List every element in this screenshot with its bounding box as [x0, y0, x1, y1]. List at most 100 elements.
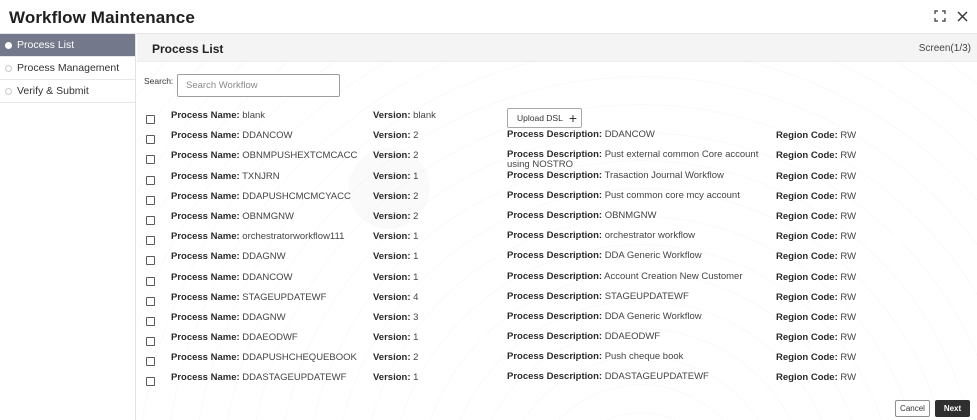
process-name-value: DDANCOW	[242, 130, 293, 142]
process-name: Process Name: DDANCOW	[171, 272, 292, 283]
row-checkbox[interactable]	[146, 377, 155, 387]
table-row[interactable]: Process Name: DDANCOW Version: 2 Process D…	[137, 128, 977, 148]
region-code-value: RW	[840, 372, 857, 384]
region-code: Region Code: RW	[776, 272, 856, 283]
version-value: 1	[413, 251, 419, 263]
row-checkbox[interactable]	[146, 155, 155, 165]
process-name-label: Process Name:	[171, 291, 240, 303]
search-input[interactable]	[177, 74, 340, 97]
process-description-label: Process Description:	[507, 230, 603, 242]
table-row[interactable]: Process Name: STAGEUPDATEWF Version: 4 Pro…	[137, 290, 977, 310]
process-name-label: Process Name:	[171, 251, 240, 263]
region-code-value: RW	[840, 271, 857, 283]
process-description: Process Description: STAGEUPDATEWF	[507, 290, 777, 302]
region-code-label: Region Code:	[776, 190, 838, 202]
sidebar-item-process-management[interactable]: Process Management	[0, 57, 135, 80]
region-code-label: Region Code:	[776, 251, 838, 263]
version-label: Version:	[373, 251, 411, 263]
process-name-label: Process Name:	[171, 110, 240, 121]
row-checkbox[interactable]	[146, 135, 155, 145]
process-description-value: DDA Generic Workflow	[604, 310, 702, 322]
region-code-value: RW	[840, 352, 857, 364]
table-row[interactable]: Process Name: OBNMPUSHEXTCMCACC Version: …	[137, 148, 977, 170]
expand-arrows-icon[interactable]	[933, 9, 947, 23]
process-name: Process Name: DDANCOW	[171, 130, 292, 141]
version-value: 2	[413, 352, 419, 364]
process-description: Process Description: Pust common core mc…	[507, 189, 777, 201]
version: Version: 1	[373, 272, 418, 283]
row-checkbox[interactable]	[146, 296, 155, 306]
process-name-value: orchestratorworkflow111	[242, 231, 345, 243]
process-name-value: DDAGNW	[242, 311, 286, 323]
region-code-value: RW	[840, 251, 857, 263]
window-controls	[933, 9, 969, 23]
region-code-value: RW	[840, 231, 857, 243]
step-dot-icon	[5, 65, 12, 72]
table-row[interactable]: Process Name: TXNJRN Version: 1 Process De…	[137, 169, 977, 189]
region-code-label: Region Code:	[776, 332, 838, 344]
version-value: 1	[413, 332, 419, 344]
row-checkbox[interactable]	[146, 175, 155, 185]
process-name: Process Name: blank	[171, 110, 265, 121]
row-checkbox[interactable]	[146, 316, 155, 326]
table-row[interactable]: Process Name: DDAGNW Version: 1 Process De…	[137, 249, 977, 269]
table-row[interactable]: Process Name: DDANCOW Version: 1 Process D…	[137, 270, 977, 290]
process-description-label: Process Description:	[507, 250, 603, 262]
next-button[interactable]: Next	[935, 400, 970, 417]
process-name: Process Name: TXNJRN	[171, 171, 280, 182]
table-row[interactable]: Process Name: DDAEODWF Version: 1 Process …	[137, 330, 977, 350]
version: Version: 2	[373, 211, 418, 222]
version: Version: 2	[373, 191, 418, 202]
process-description-value: Pust common core mcy account	[604, 189, 740, 201]
process-name-value: DDAEODWF	[242, 332, 298, 344]
row-checkbox[interactable]	[146, 357, 155, 367]
row-checkbox[interactable]	[146, 115, 155, 124]
row-checkbox[interactable]	[146, 236, 155, 246]
plus-icon: +	[568, 110, 578, 126]
process-description-label: Process Description:	[507, 310, 603, 322]
version-value: 1	[413, 231, 419, 243]
process-name-value: blank	[242, 110, 266, 121]
table-row[interactable]: Process Name: DDAGNW Version: 3 Process De…	[137, 310, 977, 330]
region-code-label: Region Code:	[776, 150, 838, 162]
region-code: Region Code: RW	[776, 312, 856, 323]
process-description: Process Description: DDA Generic Workflo…	[507, 251, 777, 261]
step-dot-icon	[5, 88, 12, 95]
sidebar-item-verify-submit[interactable]: Verify & Submit	[0, 80, 135, 103]
process-name: Process Name: DDAGNW	[171, 251, 286, 262]
table-row[interactable]: Process Name: blank Version: blank Upload …	[137, 108, 977, 128]
row-checkbox[interactable]	[146, 337, 155, 347]
region-code-label: Region Code:	[776, 210, 838, 222]
process-description: Process Description: Pust external commo…	[507, 150, 777, 170]
process-name: Process Name: DDASTAGEUPDATEWF	[171, 372, 346, 383]
sidebar-item-process-list[interactable]: Process List	[0, 34, 135, 57]
region-code-value: RW	[840, 332, 857, 344]
process-description-label: Process Description:	[507, 351, 603, 363]
footer: Cancel Next	[137, 398, 977, 420]
close-icon[interactable]	[955, 9, 969, 23]
version: Version: 1	[373, 372, 418, 383]
region-code-value: RW	[840, 170, 857, 182]
region-code-value: RW	[840, 130, 857, 142]
table-row[interactable]: Process Name: OBNMGNW Version: 2 Process D…	[137, 209, 977, 229]
row-checkbox[interactable]	[146, 215, 155, 225]
process-description-label: Process Description:	[507, 290, 603, 302]
region-code-value: RW	[840, 150, 857, 162]
process-description-value: Trasaction Journal Workflow	[604, 169, 724, 181]
upload-dsl-button[interactable]: Upload DSL +	[507, 108, 582, 128]
process-description: Process Description: DDANCOW	[507, 130, 777, 140]
table-row[interactable]: Process Name: orchestratorworkflow111 Ver…	[137, 229, 977, 249]
row-checkbox[interactable]	[146, 256, 155, 266]
table-row[interactable]: Process Name: DDASTAGEUPDATEWF Version: 1…	[137, 370, 977, 390]
row-checkbox[interactable]	[146, 276, 155, 286]
table-row[interactable]: Process Name: DDAPUSHCMCMCYACC Version: 2…	[137, 189, 977, 209]
process-name: Process Name: DDAPUSHCMCMCYACC	[171, 191, 351, 202]
region-code-value: RW	[840, 190, 857, 202]
sidebar-item-label: Process Management	[17, 62, 120, 74]
table-row[interactable]: Process Name: DDAPUSHCHEQUEBOOK Version: …	[137, 350, 977, 370]
row-checkbox[interactable]	[146, 195, 155, 205]
region-code: Region Code: RW	[776, 130, 856, 141]
page-title: Process List	[152, 42, 224, 56]
cancel-button[interactable]: Cancel	[895, 400, 930, 417]
screen-indicator: Screen(1/3)	[918, 43, 971, 54]
